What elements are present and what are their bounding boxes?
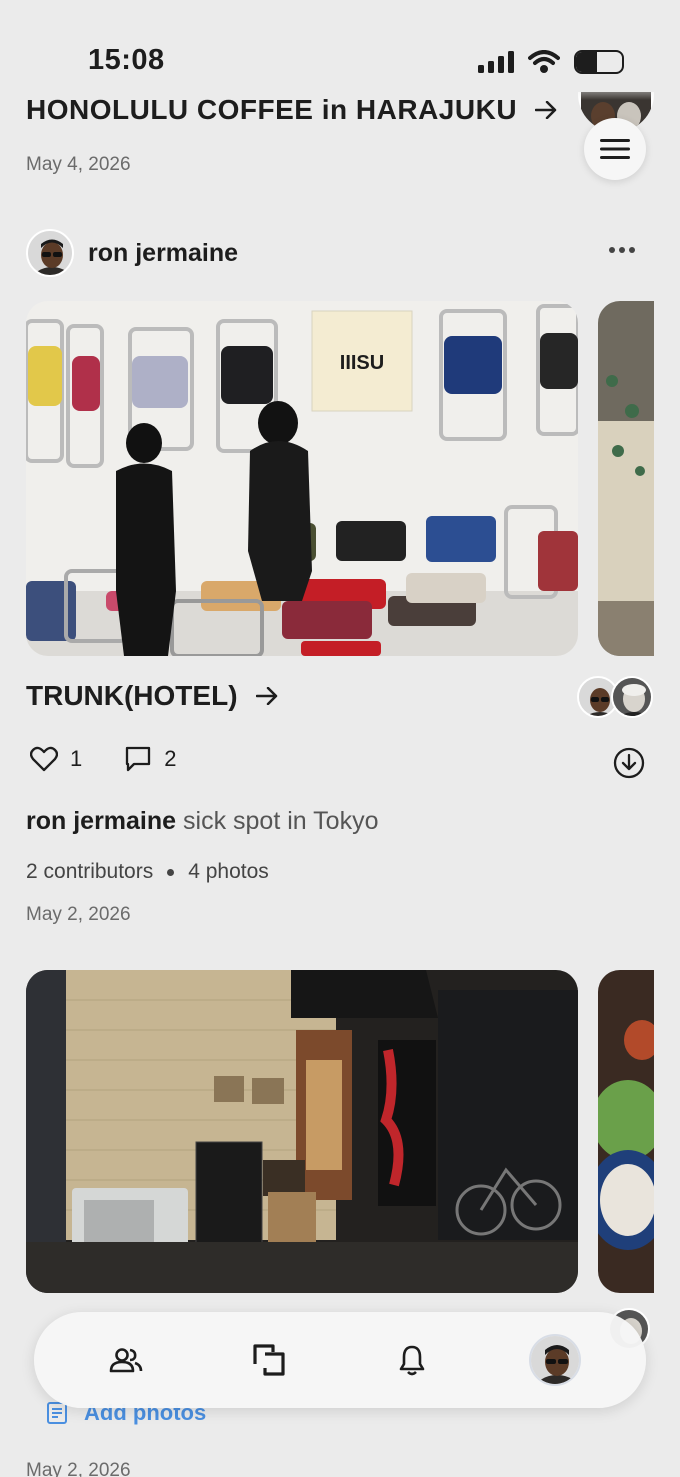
post-photo[interactable] [26,970,578,1293]
place-title: TRUNK(HOTEL) [26,680,238,711]
hamburger-icon [600,139,630,159]
post-photo[interactable]: IIISU [26,301,578,656]
contributor-avatars[interactable] [577,676,653,718]
comment-button[interactable]: 2 [124,746,177,772]
menu-button[interactable] [584,118,646,180]
post-date: May 2, 2026 [26,1460,131,1477]
photos-count[interactable]: 4 photos [188,860,269,884]
like-button[interactable]: 1 [30,746,82,772]
signal-icon [478,51,514,73]
separator-dot [167,868,175,876]
sign-text: IIISU [340,352,384,374]
ellipsis-icon [609,247,615,253]
author-name: ron jermaine [88,238,239,267]
avatar [26,229,74,277]
frames-icon [252,1344,285,1376]
place-title-link[interactable]: TRUNK(HOTEL) [26,680,278,712]
status-icons [478,50,624,74]
nav-notifications[interactable] [382,1330,442,1390]
battery-level [576,52,597,72]
arrow-right-icon [255,687,277,705]
post-photo-next[interactable] [598,970,654,1293]
nav-friends[interactable] [96,1330,156,1390]
post-photo-next[interactable] [598,301,654,656]
caption-author[interactable]: ron jermaine [26,807,176,835]
contributors-count[interactable]: 2 contributors [26,860,153,884]
post-date: May 2, 2026 [26,904,131,925]
post-date: May 4, 2026 [26,154,131,175]
nav-profile[interactable] [525,1330,585,1390]
download-button[interactable] [613,747,645,779]
battery-icon [574,50,624,74]
status-bar: 15:08 [0,0,680,100]
post-actions: 1 2 [30,746,177,772]
post-meta: 2 contributors 4 photos [26,860,269,884]
bottom-nav [34,1312,646,1408]
heart-icon [30,746,58,772]
post-caption: ron jermaine sick spot in Tokyo [26,807,378,836]
profile-avatar [528,1334,581,1386]
post-author[interactable]: ron jermaine [26,229,238,277]
more-options-button[interactable] [604,236,640,264]
bell-icon [399,1345,424,1376]
people-icon [109,1348,142,1373]
status-time: 15:08 [88,44,165,76]
wifi-icon [528,50,560,73]
caption-text: sick spot in Tokyo [183,807,379,835]
download-circle-icon [613,747,645,779]
nav-collections[interactable] [239,1330,299,1390]
comment-count: 2 [164,746,177,771]
like-count: 1 [70,746,83,771]
arrow-right-icon [535,101,557,119]
avatar [611,676,653,718]
chat-bubble-icon [126,746,151,772]
